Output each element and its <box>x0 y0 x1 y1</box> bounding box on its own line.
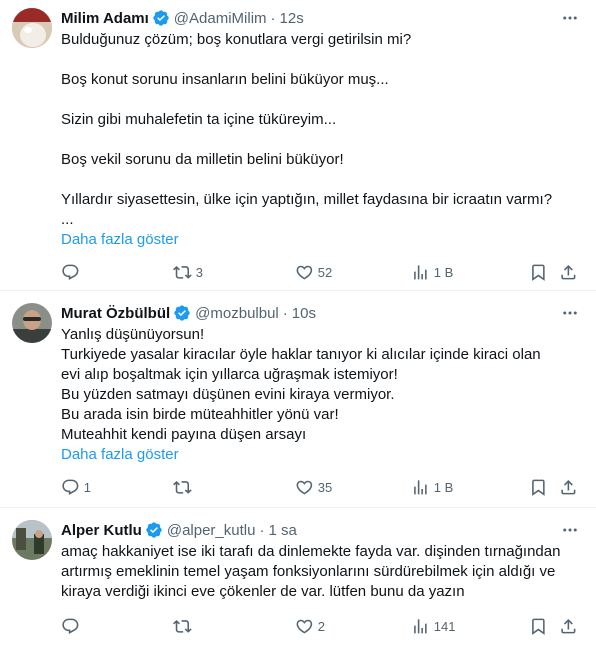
like-button[interactable]: 2 <box>295 616 325 636</box>
views-button[interactable]: 1 B <box>411 477 453 497</box>
tweet-line: amaç hakkaniyet ise iki tarafı da dinlem… <box>61 543 561 600</box>
action-bar: 1 35 1 B <box>61 477 580 497</box>
tweet-text: Bulduğunuz çözüm; boş konutlara vergi ge… <box>61 30 580 230</box>
tweet-line: ... <box>61 211 74 228</box>
verified-badge-icon <box>174 305 190 321</box>
timestamp[interactable]: 12s <box>280 10 304 27</box>
retweet-icon <box>173 619 192 633</box>
views-button[interactable]: 141 <box>411 616 455 636</box>
retweet-button[interactable] <box>173 477 196 497</box>
views-button[interactable]: 1 B <box>411 262 453 282</box>
views-count: 1 B <box>433 264 454 280</box>
tweet-line <box>61 50 580 70</box>
share-button[interactable] <box>559 262 578 282</box>
share-button[interactable] <box>559 616 578 636</box>
reply-icon <box>62 264 79 280</box>
retweet-icon <box>173 265 192 279</box>
separator-dot: · <box>282 304 288 322</box>
tweet-line: Bulduğunuz çözüm; boş konutlara vergi ge… <box>61 31 412 48</box>
timestamp[interactable]: 10s <box>292 305 316 322</box>
author-handle[interactable]: @alper_kutlu <box>167 522 256 539</box>
tweet[interactable]: Milim Adamı @AdamiMilim · 12s Bulduğunuz… <box>0 0 596 291</box>
tweet-line <box>61 130 580 150</box>
more-icon[interactable] <box>560 520 580 540</box>
tweet[interactable]: Alper Kutlu @alper_kutlu · 1 sa amaç hak… <box>0 508 596 660</box>
timestamp[interactable]: 1 sa <box>268 522 296 539</box>
author-name[interactable]: Milim Adamı <box>61 10 149 27</box>
tweet-line: Yanlış düşünüyorsun! <box>61 326 205 343</box>
views-icon <box>414 264 427 280</box>
tweet-line: Sizin gibi muhalefetin ta içine tüküreyi… <box>61 111 337 128</box>
avatar[interactable] <box>12 303 52 343</box>
bookmark-button[interactable] <box>529 262 548 282</box>
author-name[interactable]: Murat Özbülbül <box>61 305 170 322</box>
like-button[interactable]: 35 <box>295 477 332 497</box>
bookmark-button[interactable] <box>529 477 548 497</box>
separator-dot: · <box>259 521 265 539</box>
tweet-line: Boş vekil sorunu da milletin belini bükü… <box>61 151 344 168</box>
like-count: 35 <box>317 479 333 495</box>
show-more-link[interactable]: Daha fazla göster <box>61 445 179 465</box>
tweet-line: Bu yüzden satmayı düşünen evini kiraya v… <box>61 386 395 403</box>
tweet-line: Muteahhit kendi payına düşen arsayı <box>61 426 307 443</box>
tweet[interactable]: Murat Özbülbül @mozbulbul · 10s Yanlış d… <box>0 291 596 508</box>
like-icon <box>296 265 313 280</box>
views-icon <box>414 479 427 495</box>
like-button[interactable]: 52 <box>295 262 332 282</box>
more-icon[interactable] <box>560 303 580 323</box>
tweet-line <box>61 90 580 110</box>
avatar[interactable] <box>12 8 52 48</box>
tweet-line: Turkiyede yasalar kiracılar öyle haklar … <box>61 346 541 383</box>
retweet-button[interactable] <box>173 616 196 636</box>
avatar[interactable] <box>12 520 52 560</box>
verified-badge-icon <box>146 522 162 538</box>
bookmark-icon <box>532 618 545 635</box>
share-icon <box>561 618 576 634</box>
action-bar: 2 141 <box>61 616 580 636</box>
reply-button[interactable] <box>61 262 84 282</box>
reply-icon <box>62 479 79 495</box>
reply-icon <box>62 618 79 634</box>
retweet-button[interactable]: 3 <box>173 262 203 282</box>
like-icon <box>296 619 313 634</box>
tweet-line <box>61 170 580 190</box>
bookmark-button[interactable] <box>529 616 548 636</box>
action-bar: 3 52 1 B <box>61 262 580 282</box>
views-icon <box>414 618 427 634</box>
author-name[interactable]: Alper Kutlu <box>61 522 142 539</box>
like-count: 2 <box>317 618 325 634</box>
retweet-icon <box>173 480 192 494</box>
tweet-line: Yıllardır siyasettesin, ülke için yaptığ… <box>61 191 553 208</box>
reply-button[interactable]: 1 <box>61 477 91 497</box>
author-handle[interactable]: @AdamiMilim <box>174 10 267 27</box>
views-count: 1 B <box>433 479 454 495</box>
show-more-link[interactable]: Daha fazla göster <box>61 230 179 250</box>
share-icon <box>561 479 576 495</box>
author-handle[interactable]: @mozbulbul <box>195 305 279 322</box>
bookmark-icon <box>532 479 545 496</box>
tweet-text: Yanlış düşünüyorsun! Turkiyede yasalar k… <box>61 325 561 445</box>
separator-dot: · <box>270 9 276 27</box>
like-icon <box>296 480 313 495</box>
tweet-line: Bu arada isin birde müteahhitler yönü va… <box>61 406 339 423</box>
more-icon[interactable] <box>560 8 580 28</box>
verified-badge-icon <box>153 10 169 26</box>
views-count: 141 <box>433 618 456 634</box>
bookmark-icon <box>532 264 545 281</box>
tweet-text: amaç hakkaniyet ise iki tarafı da dinlem… <box>61 542 581 602</box>
tweet-line: Boş konut sorunu insanların belini büküy… <box>61 71 389 88</box>
share-icon <box>561 264 576 280</box>
like-count: 52 <box>317 264 333 280</box>
share-button[interactable] <box>559 477 578 497</box>
retweet-count: 3 <box>195 264 203 280</box>
reply-count: 1 <box>83 479 91 495</box>
reply-button[interactable] <box>61 616 84 636</box>
